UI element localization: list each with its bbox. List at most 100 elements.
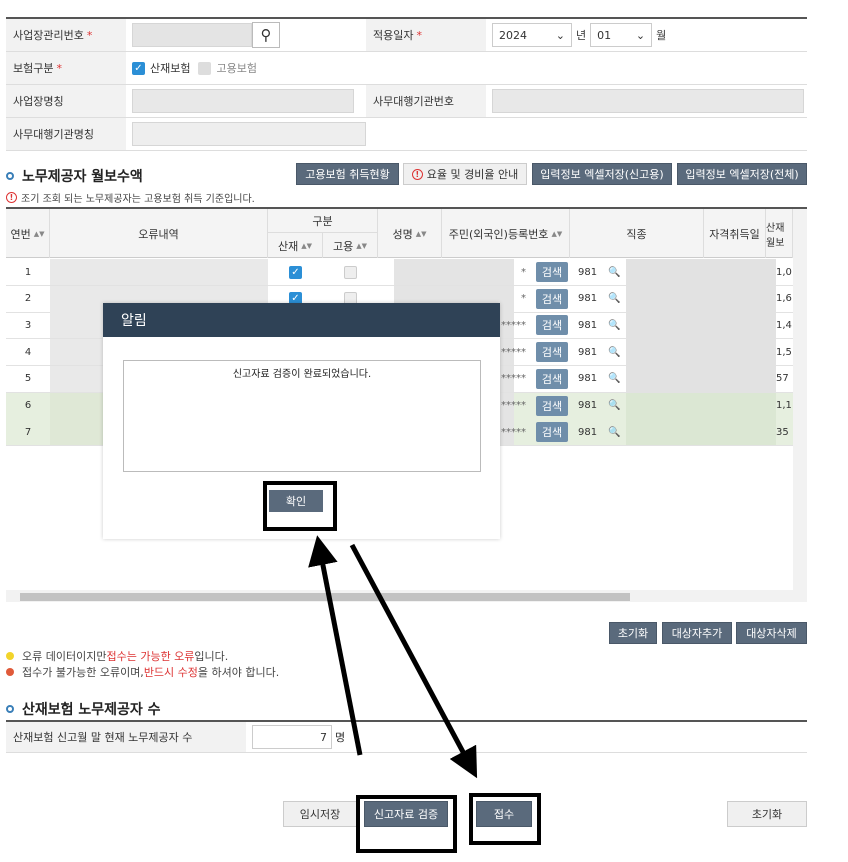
row-search[interactable]: 검색 <box>532 393 572 419</box>
search-icon[interactable]: 🔍 <box>608 339 624 365</box>
agency-name-input <box>132 122 366 146</box>
industrial-checkbox[interactable]: ✓ <box>289 265 302 279</box>
insurance-type-label: 보험구분 * <box>6 52 126 84</box>
row-search[interactable]: 검색 <box>532 339 572 365</box>
row-search[interactable]: 검색 <box>532 366 572 392</box>
delete-target-button[interactable]: 대상자삭제 <box>736 622 807 644</box>
worker-count-row: 산재보험 신고월 말 현재 노무제공자 수 7 명 <box>6 720 807 753</box>
search-button[interactable]: 검색 <box>535 288 569 309</box>
annotation-box-confirm <box>263 481 337 531</box>
row-error <box>50 259 268 285</box>
row-job-name <box>626 312 776 339</box>
row-job-code: 981 <box>578 293 598 305</box>
notice-text: ! 조기 조회 되는 노무제공자는 고용보험 취득 기준입니다. <box>6 190 255 205</box>
row-job-name <box>626 339 776 366</box>
header-qualify[interactable]: 자격취득일 <box>704 209 766 258</box>
row-seq: 7 <box>24 426 32 438</box>
industrial-checkbox[interactable]: ✓ <box>132 61 145 75</box>
scrollbar-thumb[interactable] <box>20 593 630 601</box>
row-job-name <box>626 392 776 419</box>
search-icon[interactable]: 🔍 <box>608 366 624 392</box>
employment-status-button[interactable]: 고용보험 취득현황 <box>296 163 399 185</box>
header-job[interactable]: 직종 <box>570 209 704 258</box>
header-name[interactable]: 성명 ▲▼ <box>378 209 442 258</box>
search-button[interactable]: 검색 <box>535 422 569 443</box>
temp-save-button[interactable]: 임시저장 <box>283 801 357 827</box>
search-icon[interactable]: 🔍 <box>608 419 624 445</box>
agency-no-label: 사무대행기관번호 <box>366 85 486 117</box>
year-select[interactable]: 2024 ⌄ <box>492 23 572 47</box>
bottom-reset-button[interactable]: 초기화 <box>727 801 807 827</box>
row-seq: 4 <box>24 346 32 358</box>
employment-checkbox[interactable] <box>344 265 357 279</box>
row-job-code: 981 <box>578 266 598 278</box>
header-seq[interactable]: 연번 ▲▼ <box>6 209 50 258</box>
biz-name-input <box>132 89 354 113</box>
chevron-down-icon: ⌄ <box>635 28 646 42</box>
row-wage: 1,1 <box>776 400 792 411</box>
row-rrn: ***** <box>501 426 526 438</box>
row-wage: 35 <box>776 426 789 438</box>
search-button[interactable]: 검색 <box>535 368 569 389</box>
row-rrn: * <box>521 266 526 278</box>
agency-name-label: 사무대행기관명칭 <box>6 118 126 150</box>
add-target-button[interactable]: 대상자추가 <box>662 622 732 644</box>
vertical-scrollbar[interactable] <box>793 209 807 602</box>
row-wage: 1,0 <box>776 266 792 278</box>
chevron-down-icon: ⌄ <box>555 28 565 42</box>
row-rrn: ***** <box>501 400 526 411</box>
search-icon[interactable]: ⚲ <box>252 22 280 48</box>
month-select[interactable]: 01 ⌄ <box>590 23 653 47</box>
row-wage: 1,5 <box>776 346 792 358</box>
row-search[interactable]: 검색 <box>532 259 572 285</box>
search-icon[interactable]: 🔍 <box>608 393 624 419</box>
grid-reset-button[interactable]: 초기화 <box>609 622 657 644</box>
biz-no-input[interactable] <box>132 23 252 47</box>
header-employment[interactable]: 고용 ▲▼ <box>323 233 378 258</box>
row-seq: 5 <box>24 373 32 385</box>
worker-count-unit: 명 <box>335 731 346 744</box>
search-button[interactable]: 검색 <box>535 315 569 336</box>
row-rrn: ***** <box>501 373 526 385</box>
row-job-name <box>626 419 776 446</box>
row-search[interactable]: 검색 <box>532 419 572 445</box>
header-error[interactable]: 오류내역 <box>50 209 268 258</box>
rate-guide-button[interactable]: ! 요율 및 경비율 안내 <box>403 163 527 185</box>
section-title-count: 산재보험 노무제공자 수 <box>6 699 161 719</box>
annotation-box-verify <box>356 795 457 853</box>
row-job-code: 981 <box>578 373 598 385</box>
row-rrn: ***** <box>501 346 526 358</box>
month-unit: 월 <box>656 29 667 42</box>
annotation-box-submit <box>469 793 541 845</box>
header-industrial[interactable]: 산재 ▲▼ <box>268 233 323 258</box>
excel-all-button[interactable]: 입력정보 엑셀저장(전체) <box>677 163 807 185</box>
row-rrn: ***** <box>501 319 526 331</box>
red-dot-icon <box>6 668 14 676</box>
biz-name-label: 사업장명칭 <box>6 85 126 117</box>
search-button[interactable]: 검색 <box>535 262 569 282</box>
search-button[interactable]: 검색 <box>535 395 569 416</box>
search-icon[interactable]: 🔍 <box>608 286 624 312</box>
row-job-code: 981 <box>578 426 598 438</box>
employment-checkbox[interactable] <box>198 61 212 75</box>
search-icon[interactable]: 🔍 <box>608 259 624 285</box>
worker-count-input[interactable]: 7 <box>252 725 332 749</box>
worker-count-label: 산재보험 신고월 말 현재 노무제공자 수 <box>6 722 246 752</box>
row-search[interactable]: 검색 <box>532 312 572 338</box>
warning-icon: ! <box>411 168 423 180</box>
grid-header: 연번 ▲▼ 오류내역 구분 산재 ▲▼ 고용 ▲▼ 성명 ▲▼ 주민(외국인)등록번호 ▲… <box>6 209 807 258</box>
header-rrn[interactable]: 주민(외국인)등록번호 ▲▼ <box>442 209 570 258</box>
row-industrial[interactable]: ✓ <box>268 259 323 285</box>
employment-label: 고용보험 <box>216 62 257 75</box>
row-employment[interactable] <box>323 259 378 285</box>
row-job-name <box>626 365 776 392</box>
search-button[interactable]: 검색 <box>535 342 569 363</box>
search-icon[interactable]: 🔍 <box>608 312 624 338</box>
table-row[interactable]: 1 ✓ * 검색 981 🔍 1,0 <box>6 259 793 286</box>
horizontal-scrollbar[interactable] <box>6 590 793 602</box>
legend-yellow: 오류 데이터이지만 접수는 가능한 오류 입니다. <box>6 648 228 664</box>
excel-report-button[interactable]: 입력정보 엑셀저장(신고용) <box>532 163 672 185</box>
row-search[interactable]: 검색 <box>532 286 572 312</box>
header-wage[interactable]: 산재 월보 <box>766 209 793 258</box>
modal-message: 신고자료 검증이 완료되었습니다. <box>123 360 481 472</box>
